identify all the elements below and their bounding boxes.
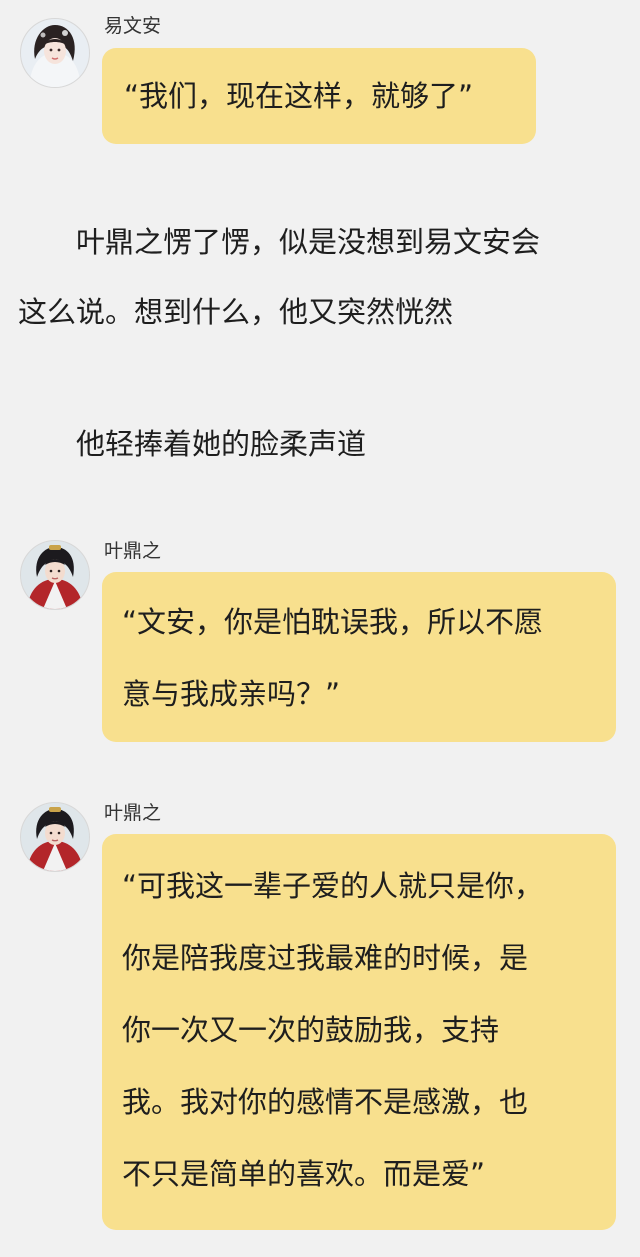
- message-line: 我。我对你的感情不是感激，也: [122, 1085, 529, 1119]
- avatar-yedingzhi[interactable]: [20, 802, 90, 872]
- avatar-male-icon: [21, 803, 89, 871]
- message-line: 不只是简单的喜欢。而是爱”: [122, 1157, 486, 1191]
- narration-paragraph: 他轻捧着她的脸柔声道: [18, 409, 640, 479]
- message-line: “我们，现在这样，就够了”: [124, 79, 474, 113]
- message-line: 意与我成亲吗？”: [122, 677, 341, 711]
- narration-line: 他轻捧着她的脸柔声道: [18, 427, 367, 461]
- sender-name: 叶鼎之: [104, 540, 162, 562]
- narration-paragraph: 叶鼎之愣了愣，似是没想到易文安会 这么说。想到什么，他又突然恍然: [18, 207, 640, 347]
- message-line: “可我这一辈子爱的人就只是你，: [122, 869, 544, 903]
- avatar-yiwenan[interactable]: [20, 18, 90, 88]
- narration-line: 这么说。想到什么，他又突然恍然: [18, 295, 454, 329]
- sender-name: 叶鼎之: [104, 802, 162, 824]
- avatar-female-icon: [21, 19, 89, 87]
- message-line: 你是陪我度过我最难的时候，是: [122, 941, 529, 975]
- message-line: “文安，你是怕耽误我，所以不愿: [122, 605, 544, 639]
- message-bubble[interactable]: “文安，你是怕耽误我，所以不愿 意与我成亲吗？”: [102, 572, 616, 742]
- message-bubble[interactable]: “我们，现在这样，就够了”: [102, 48, 536, 144]
- sender-name: 易文安: [104, 15, 162, 37]
- avatar-yedingzhi[interactable]: [20, 540, 90, 610]
- message-line: 你一次又一次的鼓励我，支持: [122, 1013, 500, 1047]
- chat-page: 易文安 “我们，现在这样，就够了” 叶鼎之愣了愣，似是没想到易文安会 这么说。想…: [0, 0, 640, 1257]
- narration-line: 叶鼎之愣了愣，似是没想到易文安会: [18, 225, 541, 259]
- message-bubble[interactable]: “可我这一辈子爱的人就只是你， 你是陪我度过我最难的时候，是 你一次又一次的鼓励…: [102, 834, 616, 1230]
- avatar-male-icon: [21, 541, 89, 609]
